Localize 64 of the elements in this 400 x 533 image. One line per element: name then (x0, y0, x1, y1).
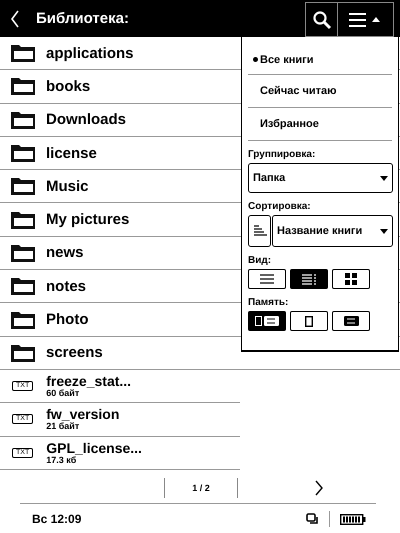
page-number: 1 / 2 (164, 478, 238, 498)
device-icon (305, 316, 313, 326)
view-label: Вид: (248, 255, 272, 266)
memory-option-button[interactable] (290, 311, 328, 331)
folder-icon (10, 342, 36, 363)
filter-item[interactable]: Избранное (248, 108, 392, 141)
view-option-button[interactable] (290, 269, 328, 289)
sorting-select[interactable]: Название книги (272, 215, 393, 247)
filter-label: Избранное (260, 118, 319, 130)
folder-icon (10, 310, 36, 330)
folder-name: notes (46, 278, 86, 295)
folder-icon (10, 43, 36, 64)
folder-icon (10, 176, 36, 196)
search-icon (312, 10, 332, 30)
sort-order-button[interactable] (248, 215, 271, 247)
folder-name: Photo (46, 311, 88, 328)
filter-label: Все книги (260, 54, 314, 66)
device-and-card-icon (255, 316, 279, 326)
filter-label: Сейчас читаю (260, 85, 337, 97)
filter-item[interactable]: Все книги (248, 37, 392, 75)
folder-name: license (46, 144, 97, 162)
battery-icon (340, 514, 366, 524)
chevron-left-icon (10, 10, 20, 28)
folder-name: Downloads (46, 111, 126, 128)
view-option-button[interactable] (332, 269, 370, 289)
windows-icon[interactable] (306, 513, 319, 525)
grouping-label: Группировка: (248, 149, 316, 160)
folder-icon (10, 143, 36, 164)
memory-option-button[interactable] (248, 311, 286, 331)
file-name: GPL_license... (46, 440, 142, 455)
dropdown-caret-icon (380, 176, 388, 180)
file-size: 17.3 кб (46, 456, 76, 465)
filter-item[interactable]: Сейчас читаю (248, 75, 392, 108)
folder-name: applications (46, 44, 134, 62)
menu-icon (348, 12, 382, 28)
grid-icon (345, 273, 357, 285)
file-name: freeze_stat... (46, 374, 132, 388)
memory-card-icon (344, 316, 358, 326)
folder-icon (10, 242, 36, 263)
file-size: 60 байт (46, 389, 80, 398)
view-option-button[interactable] (248, 269, 286, 289)
file-name: fw_version (46, 407, 120, 422)
folder-icon (10, 210, 36, 230)
folder-icon (10, 76, 36, 96)
file-size: 21 байт (46, 422, 80, 432)
folder-name: books (46, 78, 90, 95)
next-page-button[interactable] (314, 480, 324, 496)
list-icon (260, 274, 274, 284)
detailed-list-icon (302, 274, 316, 284)
folder-icon (10, 110, 36, 130)
selected-dot-icon (253, 57, 258, 62)
clock: Вс 12:09 (32, 512, 82, 526)
memory-option-button[interactable] (332, 311, 370, 331)
folder-name: Music (46, 178, 89, 195)
header-title: Библиотека: (36, 10, 130, 27)
dropdown-caret-icon (380, 228, 388, 234)
folder-name: My pictures (46, 211, 130, 228)
folder-name: screens (46, 344, 103, 362)
grouping-select[interactable]: Папка (248, 163, 393, 193)
sorting-label: Сортировка: (248, 201, 312, 212)
sort-lines-icon (252, 225, 266, 237)
chevron-right-icon (314, 480, 324, 496)
folder-icon (10, 276, 36, 296)
folder-name: news (46, 244, 84, 262)
